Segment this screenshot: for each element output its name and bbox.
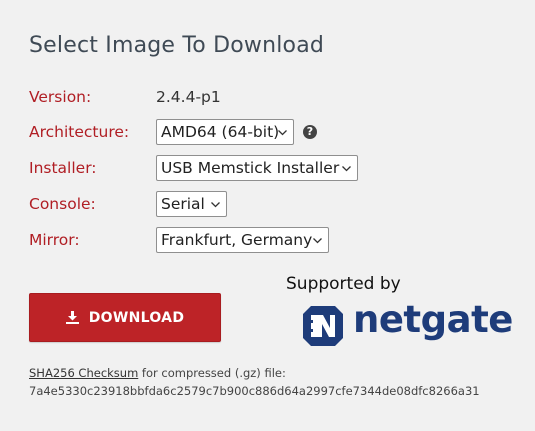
console-select-value: Serial (161, 195, 205, 213)
netgate-logo-text: netgate (353, 298, 513, 341)
checksum-suffix: for compressed (.gz) file: (138, 366, 286, 380)
download-button-label: DOWNLOAD (88, 309, 185, 326)
version-label: Version: (29, 88, 92, 106)
download-button[interactable]: DOWNLOAD (29, 293, 221, 342)
architecture-select[interactable]: AMD64 (64-bit) (156, 119, 294, 145)
architecture-row: Architecture: AMD64 (64-bit) ? (29, 119, 317, 145)
mirror-row: Mirror: Frankfurt, Germany (29, 227, 329, 253)
console-select[interactable]: Serial (156, 191, 227, 217)
supported-by-text: Supported by (286, 274, 401, 294)
mirror-label: Mirror: (29, 231, 80, 249)
mirror-select-value: Frankfurt, Germany (161, 231, 313, 249)
page-title: Select Image To Download (29, 33, 325, 58)
console-label: Console: (29, 195, 96, 213)
chevron-down-icon (278, 130, 287, 136)
chevron-down-icon (313, 238, 322, 244)
netgate-logo-icon (303, 306, 343, 346)
chevron-down-icon (342, 166, 351, 172)
download-icon (65, 311, 79, 324)
architecture-label: Architecture: (29, 123, 130, 141)
installer-select-value: USB Memstick Installer (161, 159, 340, 177)
sha256-checksum-link[interactable]: SHA256 Checksum (29, 366, 138, 380)
architecture-select-value: AMD64 (64-bit) (161, 123, 280, 141)
chevron-down-icon (211, 202, 220, 208)
installer-select[interactable]: USB Memstick Installer (156, 155, 358, 181)
download-panel: Select Image To Download Version: 2.4.4-… (0, 0, 535, 431)
mirror-select[interactable]: Frankfurt, Germany (156, 227, 329, 253)
installer-label: Installer: (29, 159, 97, 177)
version-row: Version: 2.4.4-p1 (29, 84, 221, 110)
console-row: Console: Serial (29, 191, 227, 217)
help-icon[interactable]: ? (303, 125, 317, 139)
installer-row: Installer: USB Memstick Installer (29, 155, 358, 181)
netgate-logo[interactable]: netgate (303, 298, 513, 348)
checksum-hash: 7a4e5330c23918bbfda6c2579c7b900c886d64a2… (29, 384, 480, 398)
version-value: 2.4.4-p1 (156, 88, 221, 106)
checksum-info: SHA256 Checksum for compressed (.gz) fil… (29, 364, 480, 400)
